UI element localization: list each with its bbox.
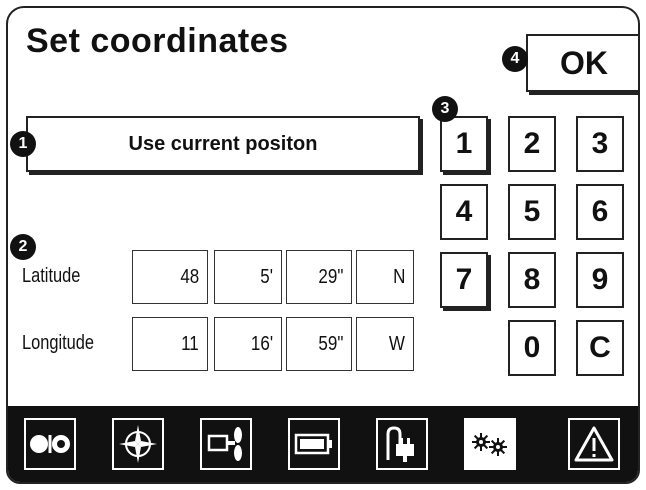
- callout-badge-2: 2: [10, 234, 36, 260]
- longitude-minutes-field[interactable]: 16': [214, 317, 282, 371]
- key-clear[interactable]: C: [576, 320, 624, 376]
- settings-gears-icon: [472, 433, 507, 456]
- tab-shore-power[interactable]: [376, 418, 428, 470]
- longitude-degrees-field[interactable]: 11: [132, 317, 208, 371]
- tab-compass[interactable]: [112, 418, 164, 470]
- tab-battery[interactable]: [288, 418, 340, 470]
- power-plug-icon: [386, 426, 414, 462]
- key-1[interactable]: 1: [440, 116, 488, 172]
- warning-icon: [574, 426, 614, 462]
- tab-propulsion[interactable]: [200, 418, 252, 470]
- key-5[interactable]: 5: [508, 184, 556, 240]
- compass-icon: [119, 425, 157, 463]
- longitude-seconds-field[interactable]: 59": [286, 317, 352, 371]
- use-current-position-button[interactable]: Use current positon: [26, 116, 420, 172]
- ok-button[interactable]: OK: [526, 34, 638, 92]
- key-2[interactable]: 2: [508, 116, 556, 172]
- latitude-minutes-field[interactable]: 5': [214, 250, 282, 304]
- key-9[interactable]: 9: [576, 252, 624, 308]
- bottom-toolbar: [8, 406, 638, 482]
- tab-settings[interactable]: [464, 418, 516, 470]
- key-6[interactable]: 6: [576, 184, 624, 240]
- toggle-icon: [30, 435, 70, 453]
- device-screen: Set coordinates 4 OK 1 Use current posit…: [6, 6, 640, 484]
- tab-toggle[interactable]: [24, 418, 76, 470]
- key-7[interactable]: 7: [440, 252, 488, 308]
- latitude-label: Latitude: [22, 265, 81, 287]
- tab-alarms[interactable]: [568, 418, 620, 470]
- key-8[interactable]: 8: [508, 252, 556, 308]
- key-4[interactable]: 4: [440, 184, 488, 240]
- callout-badge-1: 1: [10, 131, 36, 157]
- key-3[interactable]: 3: [576, 116, 624, 172]
- callout-badge-3: 3: [432, 96, 458, 122]
- latitude-seconds-field[interactable]: 29": [286, 250, 352, 304]
- propeller-motor-icon: [207, 427, 242, 461]
- key-0[interactable]: 0: [508, 320, 556, 376]
- battery-icon: [294, 433, 332, 455]
- longitude-label: Longitude: [22, 332, 95, 354]
- latitude-degrees-field[interactable]: 48: [132, 250, 208, 304]
- longitude-hemisphere-field[interactable]: W: [356, 317, 414, 371]
- page-title: Set coordinates: [26, 22, 289, 60]
- callout-badge-4: 4: [502, 46, 528, 72]
- latitude-hemisphere-field[interactable]: N: [356, 250, 414, 304]
